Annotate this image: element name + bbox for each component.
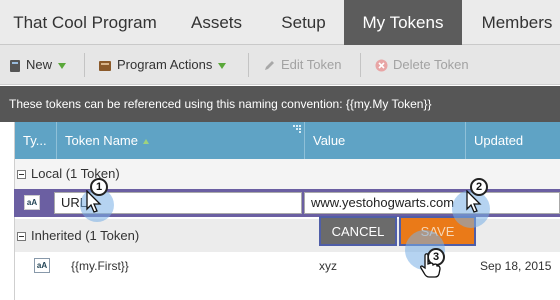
program-actions-button[interactable]: Program Actions: [98, 45, 227, 85]
tab-that-cool-program[interactable]: That Cool Program: [0, 0, 170, 45]
group-label-inherited: Inherited (1 Token): [31, 228, 140, 243]
token-name-cell: {{my.First}}: [71, 259, 129, 273]
toolbar-divider: [84, 53, 85, 77]
cursor-arrow-icon: [86, 190, 102, 213]
sort-ascending-icon: [142, 139, 149, 145]
pencil-icon: [265, 61, 274, 71]
group-label-local: Local (1 Token): [31, 166, 120, 181]
column-token-name[interactable]: Token Name: [57, 122, 305, 159]
delete-icon: [375, 59, 388, 72]
column-resize-grip-icon[interactable]: [293, 125, 301, 133]
collapse-icon[interactable]: [17, 170, 26, 180]
edit-token-button[interactable]: Edit Token: [263, 45, 341, 85]
new-label: New: [26, 57, 53, 72]
new-button[interactable]: New: [9, 45, 67, 85]
column-type[interactable]: Ty...: [15, 122, 57, 159]
tab-my-tokens[interactable]: My Tokens: [344, 0, 462, 45]
top-tab-bar: That Cool Program Assets Setup My Tokens…: [0, 0, 560, 45]
edit-token-label: Edit Token: [281, 57, 342, 72]
program-actions-label: Program Actions: [117, 57, 213, 72]
tab-assets[interactable]: Assets: [170, 0, 263, 45]
column-token-name-label: Token Name: [65, 133, 138, 148]
collapse-icon[interactable]: [17, 232, 26, 242]
naming-convention-info: These tokens can be referenced using thi…: [0, 86, 560, 122]
text-token-icon: aA: [34, 258, 50, 273]
tab-members[interactable]: Members: [462, 0, 560, 45]
delete-token-label: Delete Token: [393, 57, 469, 72]
token-value-cell: xyz: [319, 259, 337, 273]
column-updated[interactable]: Updated: [466, 122, 560, 159]
column-type-label: Ty...: [23, 133, 47, 148]
cursor-arrow-icon: [466, 190, 482, 213]
toolbar: New Program Actions Edit Token Delete To…: [0, 45, 560, 85]
column-value[interactable]: Value: [305, 122, 466, 159]
tab-setup[interactable]: Setup: [263, 0, 344, 45]
grid-header: Ty... Token Name Value Updated: [15, 122, 560, 159]
cancel-button[interactable]: CANCEL: [319, 216, 397, 246]
column-value-label: Value: [313, 133, 346, 148]
dropdown-arrow-icon: [218, 62, 227, 69]
toolbar-divider: [248, 53, 249, 77]
toolbar-divider: [360, 53, 361, 77]
program-actions-icon: [99, 60, 111, 71]
table-row[interactable]: aA {{my.First}} xyz Sep 18, 2015: [14, 254, 560, 280]
dropdown-arrow-icon: [58, 62, 67, 69]
column-updated-label: Updated: [474, 133, 524, 148]
text-token-icon: aA: [24, 195, 40, 210]
token-value-input[interactable]: www.yestohogwarts.com: [304, 192, 560, 214]
hand-pointer-icon: [420, 253, 441, 278]
delete-token-button[interactable]: Delete Token: [375, 45, 469, 85]
new-icon: [10, 59, 20, 72]
token-updated-cell: Sep 18, 2015: [480, 259, 552, 273]
